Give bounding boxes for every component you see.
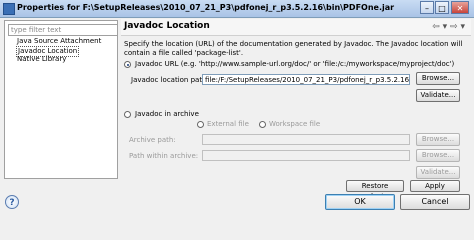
validate-url-button[interactable]: Validate... xyxy=(416,89,460,102)
ok-button[interactable]: OK xyxy=(325,194,395,210)
window-app-icon xyxy=(3,3,15,15)
title-bar: Properties for F:\SetupReleases\2010_07_… xyxy=(0,0,474,18)
tree-item-java-source-attachment[interactable]: Java Source Attachment xyxy=(17,37,101,46)
browse-url-button[interactable]: Browse... xyxy=(416,72,460,85)
workspace-file-radio[interactable] xyxy=(259,121,266,128)
page-header: Javadoc Location ⇦ ▾ ⇨ ▾ xyxy=(121,19,471,36)
archive-path-label: Archive path: xyxy=(129,136,176,144)
path-within-archive-label: Path within archive: xyxy=(129,152,199,160)
validate-archive-button[interactable]: Validate... xyxy=(416,166,460,179)
external-file-label: External file xyxy=(207,120,249,128)
back-arrow-icon[interactable]: ⇦ xyxy=(432,22,440,32)
browse-within-button[interactable]: Browse... xyxy=(416,149,460,162)
dialog-button-bar: ? OK Cancel xyxy=(0,190,474,225)
workspace-file-label: Workspace file xyxy=(269,120,321,128)
javadoc-url-radio[interactable] xyxy=(124,61,131,68)
forward-menu-icon[interactable]: ▾ xyxy=(460,22,465,32)
property-page: Javadoc Location ⇦ ▾ ⇨ ▾ Specify the loc… xyxy=(121,19,471,201)
filter-input[interactable]: type filter text xyxy=(8,24,118,36)
javadoc-archive-label: Javadoc in archive xyxy=(135,110,199,118)
tree-item-native-library[interactable]: Native Library xyxy=(17,55,66,64)
browse-archive-button[interactable]: Browse... xyxy=(416,133,460,146)
back-menu-icon[interactable]: ▾ xyxy=(443,22,448,32)
forward-arrow-icon[interactable]: ⇨ xyxy=(450,22,458,32)
maximize-button[interactable]: □ xyxy=(435,1,449,14)
javadoc-location-path-label: Javadoc location path: xyxy=(131,76,209,84)
javadoc-archive-radio[interactable] xyxy=(124,111,131,118)
javadoc-location-path-input[interactable]: file:/F:/SetupReleases/2010_07_21_P3/pdf… xyxy=(202,74,410,85)
close-button[interactable]: ✕ xyxy=(451,1,469,14)
page-description: Specify the location (URL) of the docume… xyxy=(124,40,463,57)
minimize-button[interactable]: – xyxy=(420,1,434,14)
javadoc-url-label: Javadoc URL (e.g. 'http://www.sample-url… xyxy=(135,60,455,68)
window-title: Properties for F:\SetupReleases\2010_07_… xyxy=(17,3,395,12)
help-icon[interactable]: ? xyxy=(5,195,19,209)
page-title: Javadoc Location xyxy=(124,21,210,31)
external-file-radio[interactable] xyxy=(197,121,204,128)
path-within-archive-input[interactable] xyxy=(202,150,410,161)
archive-path-input[interactable] xyxy=(202,134,410,145)
cancel-button[interactable]: Cancel xyxy=(400,194,470,210)
nav-arrows: ⇦ ▾ ⇨ ▾ xyxy=(432,22,465,32)
property-tree: type filter text Java Source Attachment … xyxy=(4,20,118,179)
